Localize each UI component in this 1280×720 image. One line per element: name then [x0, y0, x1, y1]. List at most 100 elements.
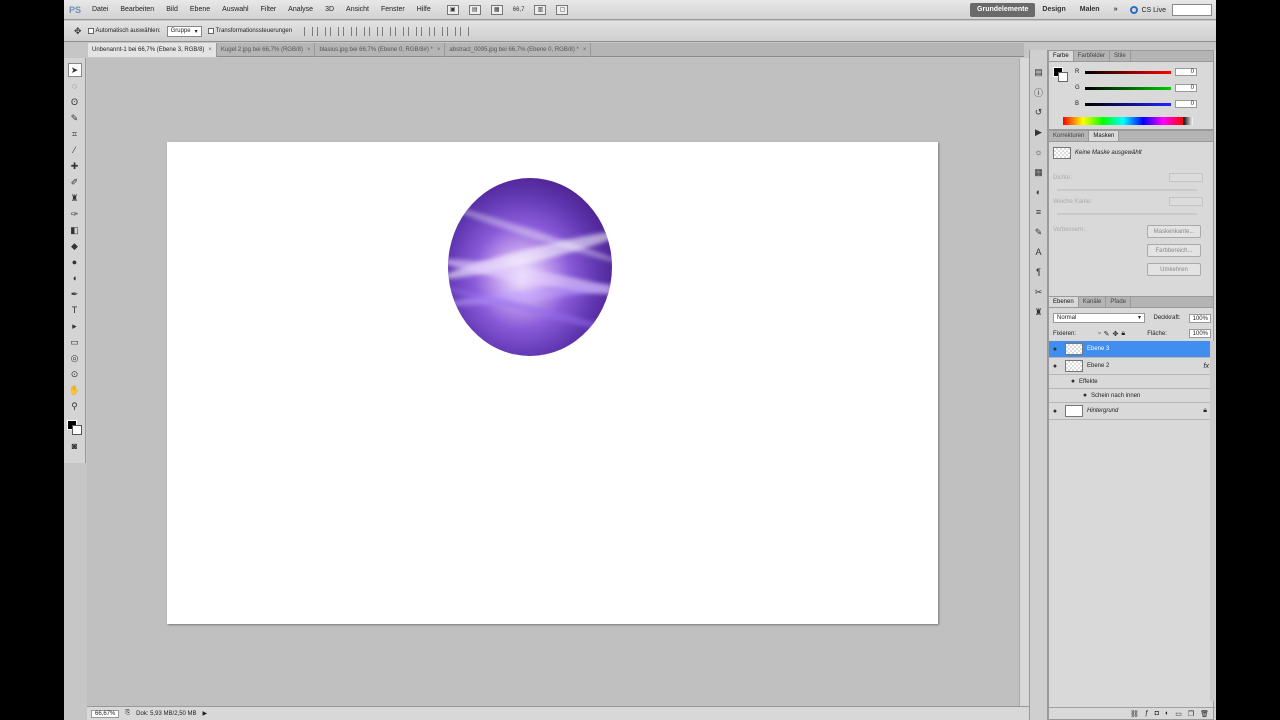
shape-tool-icon[interactable]: ▭: [68, 335, 82, 349]
healing-brush-tool-icon[interactable]: ✚: [68, 159, 82, 173]
cs-live-button[interactable]: CS Live: [1124, 6, 1172, 14]
menu-3d[interactable]: 3D: [319, 6, 340, 13]
clone-stamp-tool-icon[interactable]: ♜: [68, 191, 82, 205]
layer-row-ebene-3[interactable]: ● Ebene 3: [1049, 341, 1215, 358]
adjustment-layer-icon[interactable]: ◐: [1165, 710, 1169, 717]
status-arrow-icon[interactable]: ▶: [203, 710, 208, 717]
tab-kugel-2[interactable]: Kugel 2.jpg bei 66,7% (RGB/8) ×: [217, 43, 316, 57]
history-brush-tool-icon[interactable]: ✑: [68, 207, 82, 221]
workspace-malen[interactable]: Malen: [1073, 3, 1107, 17]
menu-hilfe[interactable]: Hilfe: [411, 6, 437, 13]
tab-farbe[interactable]: Farbe: [1049, 51, 1074, 61]
add-mask-icon[interactable]: ◘: [1155, 710, 1159, 717]
tab-masken[interactable]: Masken: [1089, 131, 1120, 141]
trash-icon[interactable]: 🗑︎: [1200, 710, 1209, 718]
distribute-bottom-icon[interactable]: [408, 26, 418, 36]
extras-icon[interactable]: ▦: [490, 4, 503, 15]
menu-analyse[interactable]: Analyse: [282, 6, 319, 13]
fx-icon[interactable]: fx: [1204, 363, 1209, 370]
density-slider[interactable]: [1057, 189, 1197, 191]
auto-select-dropdown[interactable]: Gruppe ▾: [166, 25, 202, 37]
lock-position-icon[interactable]: ✥: [1112, 330, 1118, 338]
close-icon[interactable]: ×: [208, 43, 212, 57]
new-layer-icon[interactable]: ❐: [1188, 710, 1194, 718]
link-layers-icon[interactable]: ⛓: [1130, 710, 1139, 718]
crop-tool-icon[interactable]: ⌗: [68, 127, 82, 141]
character-icon[interactable]: A: [1033, 246, 1045, 258]
eraser-tool-icon[interactable]: ◧: [68, 223, 82, 237]
tab-farbfelder[interactable]: Farbfelder: [1074, 51, 1111, 61]
purple-orb-image[interactable]: [448, 178, 612, 356]
green-slider[interactable]: G 0: [1075, 83, 1211, 93]
fill-input[interactable]: 100%: [1189, 329, 1211, 338]
move-tool-preset-icon[interactable]: ✥: [74, 26, 82, 37]
histogram-icon[interactable]: ▤: [1033, 66, 1045, 78]
lock-pixels-icon[interactable]: ✎: [1104, 330, 1110, 338]
red-track[interactable]: [1085, 70, 1171, 74]
marquee-tool-icon[interactable]: ◌: [68, 79, 82, 93]
distribute-right-icon[interactable]: [447, 26, 457, 36]
green-value[interactable]: 0: [1175, 84, 1197, 92]
menu-ansicht[interactable]: Ansicht: [340, 6, 375, 13]
pen-tool-icon[interactable]: ✒: [68, 287, 82, 301]
density-input[interactable]: [1169, 173, 1203, 182]
eye-icon[interactable]: ●: [1049, 363, 1061, 370]
black-white-ramp[interactable]: [1183, 117, 1193, 125]
align-right-icon[interactable]: [369, 26, 379, 36]
align-left-icon[interactable]: [343, 26, 353, 36]
workspace-more[interactable]: »: [1107, 3, 1125, 17]
background-color-swatch[interactable]: [71, 425, 82, 435]
info-icon[interactable]: ⓘ: [1033, 86, 1045, 98]
distribute-top-icon[interactable]: [382, 26, 392, 36]
mask-edge-button[interactable]: Maskenkante...: [1147, 225, 1201, 238]
eyedropper-tool-icon[interactable]: ⁄: [68, 143, 82, 157]
blue-value[interactable]: 0: [1175, 100, 1197, 108]
arrange-icon[interactable]: ▥: [534, 4, 547, 15]
distribute-hcenter-icon[interactable]: [434, 26, 444, 36]
adjustments-icon[interactable]: ☼: [1033, 146, 1045, 158]
opacity-input[interactable]: 100%: [1188, 313, 1211, 323]
distribute-left-icon[interactable]: [421, 26, 431, 36]
path-select-tool-icon[interactable]: ▸: [68, 319, 82, 333]
blue-slider[interactable]: B 0: [1075, 99, 1211, 109]
blend-mode-dropdown[interactable]: Normal ▾: [1053, 313, 1145, 323]
menu-ebene[interactable]: Ebene: [184, 6, 216, 13]
color-panel-swatches[interactable]: [1053, 67, 1068, 82]
align-hcenter-icon[interactable]: [356, 26, 366, 36]
transform-controls-checkbox[interactable]: Transformationsst­euerungen: [207, 28, 292, 34]
minibridge-icon[interactable]: ▤: [468, 4, 481, 15]
zoom-level[interactable]: 66,7: [513, 7, 525, 13]
align-bottom-icon[interactable]: [330, 26, 340, 36]
workspace-grundelemente[interactable]: Grundelemente: [970, 3, 1036, 17]
close-icon[interactable]: ×: [437, 43, 441, 57]
tab-kanaele[interactable]: Kanäle: [1079, 297, 1107, 307]
red-value[interactable]: 0: [1175, 68, 1197, 76]
layers-scrollbar[interactable]: [1210, 341, 1215, 701]
background-color-swatch[interactable]: [1058, 72, 1068, 82]
invert-button[interactable]: Umkehren: [1147, 263, 1201, 276]
vertical-scrollbar[interactable]: [1019, 58, 1029, 706]
lasso-tool-icon[interactable]: ʘ: [68, 95, 82, 109]
menu-datei[interactable]: Datei: [86, 6, 114, 13]
feather-input[interactable]: [1169, 197, 1203, 206]
styles-icon[interactable]: ▦: [1033, 166, 1045, 178]
canvas-area[interactable]: [87, 58, 1024, 706]
actions-icon[interactable]: ▶: [1033, 126, 1045, 138]
menu-fenster[interactable]: Fenster: [375, 6, 411, 13]
close-icon[interactable]: ×: [307, 43, 311, 57]
distribute-vcenter-icon[interactable]: [395, 26, 405, 36]
layer-row-ebene-2[interactable]: ● Ebene 2 fx: [1049, 358, 1215, 375]
history-icon[interactable]: ↺: [1033, 106, 1045, 118]
tab-korrekturen[interactable]: Korrekturen: [1049, 131, 1090, 141]
menu-filter[interactable]: Filter: [255, 6, 283, 13]
color-spectrum[interactable]: [1063, 117, 1183, 125]
export-icon[interactable]: ⎘: [125, 710, 130, 717]
tab-unbenannt-1[interactable]: Unbenannt-1 bei 66,7% (Ebene 3, RGB/8) ×: [88, 43, 217, 57]
color-swatches[interactable]: [66, 418, 83, 438]
workspace-design[interactable]: Design: [1035, 3, 1072, 17]
tool-presets-icon[interactable]: ✂: [1033, 286, 1045, 298]
move-tool-icon[interactable]: ➤: [67, 63, 82, 77]
search-input[interactable]: [1172, 4, 1212, 16]
layer-effects-row[interactable]: ● Effekte: [1049, 375, 1215, 389]
document-canvas[interactable]: [167, 142, 938, 624]
